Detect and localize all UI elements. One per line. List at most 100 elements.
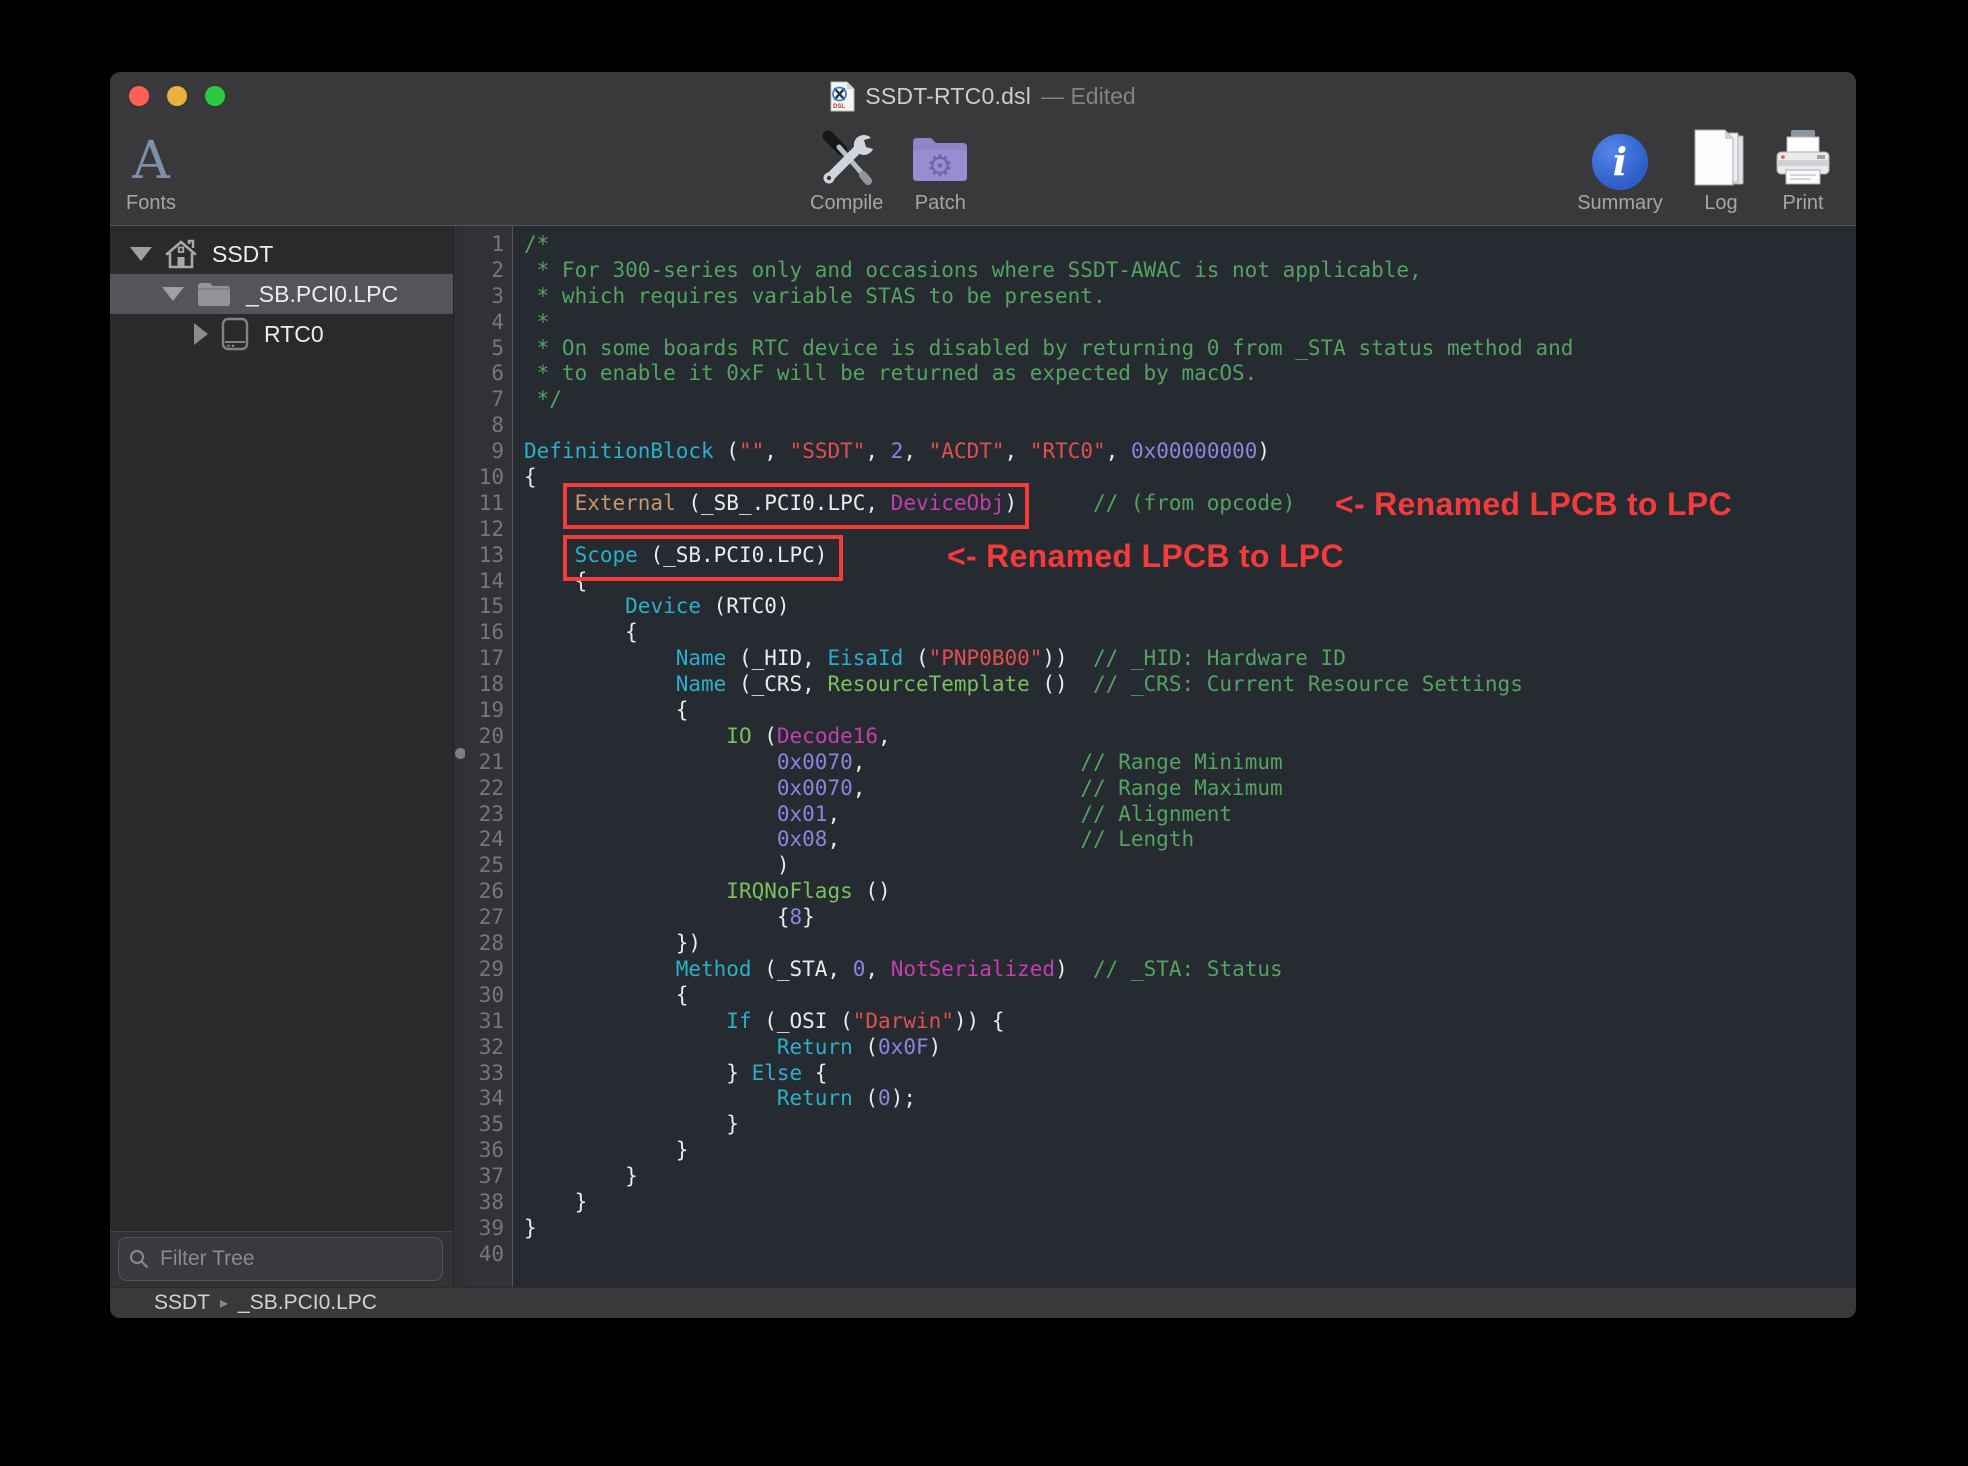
compile-icon: [815, 124, 879, 190]
code-line: 38 }: [465, 1190, 1856, 1216]
summary-button[interactable]: i Summary: [1568, 124, 1672, 215]
disclosure-triangle[interactable]: [194, 323, 208, 345]
fonts-button[interactable]: A Fonts: [126, 124, 176, 215]
code-text[interactable]: [513, 413, 524, 439]
code-text[interactable]: {: [513, 620, 638, 646]
patch-button[interactable]: ⚙ Patch: [909, 124, 971, 215]
code-text[interactable]: [513, 1242, 524, 1268]
code-text[interactable]: } Else {: [513, 1061, 827, 1087]
code-text[interactable]: {: [513, 698, 688, 724]
filter-tree-field[interactable]: [118, 1237, 443, 1281]
code-text[interactable]: {: [513, 983, 688, 1009]
line-number: 4: [465, 310, 513, 336]
code-line: 28 }): [465, 931, 1856, 957]
code-line: 23 0x01, // Alignment: [465, 802, 1856, 828]
code-line: 16 {: [465, 620, 1856, 646]
code-text[interactable]: }: [513, 1190, 587, 1216]
code-text[interactable]: *: [513, 310, 549, 336]
code-line: 9DefinitionBlock ("", "SSDT", 2, "ACDT",…: [465, 439, 1856, 465]
code-editor[interactable]: 1/*2 * For 300-series only and occasions…: [465, 226, 1856, 1288]
code-line: 31 If (_OSI ("Darwin")) {: [465, 1009, 1856, 1035]
ssdt-tree: SSDT _SB.PCI0.LPC RTC0: [110, 226, 453, 354]
code-text[interactable]: Method (_STA, 0, NotSerialized) // _STA:…: [513, 957, 1283, 983]
code-text[interactable]: Name (_CRS, ResourceTemplate () // _CRS:…: [513, 672, 1523, 698]
code-text[interactable]: 0x0070, // Range Minimum: [513, 750, 1283, 776]
line-number: 3: [465, 284, 513, 310]
line-number: 28: [465, 931, 513, 957]
code-line: 17 Name (_HID, EisaId ("PNP0B00")) // _H…: [465, 646, 1856, 672]
tree-item-rtc0[interactable]: RTC0: [110, 314, 453, 354]
annotation-text-external: <- Renamed LPCB to LPC: [1335, 486, 1732, 523]
code-text[interactable]: * For 300-series only and occasions wher…: [513, 258, 1422, 284]
disclosure-triangle[interactable]: [162, 287, 184, 301]
code-line: 27 {8}: [465, 905, 1856, 931]
code-text[interactable]: }): [513, 931, 701, 957]
code-line: 5 * On some boards RTC device is disable…: [465, 336, 1856, 362]
line-number: 32: [465, 1035, 513, 1061]
code-line: 22 0x0070, // Range Maximum: [465, 776, 1856, 802]
code-text[interactable]: }: [513, 1112, 739, 1138]
line-number: 10: [465, 465, 513, 491]
code-text[interactable]: * which requires variable STAS to be pre…: [513, 284, 1106, 310]
line-number: 15: [465, 594, 513, 620]
code-text[interactable]: Name (_HID, EisaId ("PNP0B00")) // _HID:…: [513, 646, 1346, 672]
code-text[interactable]: [513, 517, 524, 543]
code-line: 39}: [465, 1216, 1856, 1242]
code-text[interactable]: {8}: [513, 905, 815, 931]
line-number: 1: [465, 232, 513, 258]
tree-item-label: RTC0: [264, 321, 324, 348]
code-line: 30 {: [465, 983, 1856, 1009]
code-text[interactable]: 0x08, // Length: [513, 827, 1194, 853]
device-icon: [220, 317, 250, 351]
code-text[interactable]: Return (0);: [513, 1086, 916, 1112]
compile-button[interactable]: Compile: [810, 124, 883, 215]
window-title-text: SSDT-RTC0.dsl: [865, 83, 1031, 110]
code-text[interactable]: }: [513, 1164, 638, 1190]
tree-item-ssdt[interactable]: SSDT: [110, 234, 453, 274]
document-icon[interactable]: DSL: [830, 81, 855, 112]
annotation-box-scope: [563, 535, 843, 581]
code-text[interactable]: IRQNoFlags (): [513, 879, 891, 905]
code-text[interactable]: * to enable it 0xF will be returned as e…: [513, 361, 1257, 387]
disclosure-triangle[interactable]: [130, 247, 152, 261]
code-text[interactable]: 0x01, // Alignment: [513, 802, 1232, 828]
code-line: 32 Return (0x0F): [465, 1035, 1856, 1061]
code-text[interactable]: ): [513, 853, 790, 879]
patch-button-label: Patch: [915, 192, 966, 215]
line-number: 6: [465, 361, 513, 387]
code-line: 6 * to enable it 0xF will be returned as…: [465, 361, 1856, 387]
tree-item--sb-pci0-lpc[interactable]: _SB.PCI0.LPC: [110, 274, 453, 314]
compile-button-label: Compile: [810, 192, 883, 215]
fonts-icon: A: [132, 132, 170, 190]
code-line: 21 0x0070, // Range Minimum: [465, 750, 1856, 776]
log-button[interactable]: Log: [1688, 124, 1754, 215]
breadcrumb-item[interactable]: _SB.PCI0.LPC: [238, 1291, 377, 1315]
code-text[interactable]: DefinitionBlock ("", "SSDT", 2, "ACDT", …: [513, 439, 1270, 465]
line-number: 19: [465, 698, 513, 724]
tree-item-label: SSDT: [212, 241, 273, 268]
print-button[interactable]: Print: [1770, 124, 1836, 215]
code-text[interactable]: 0x0070, // Range Maximum: [513, 776, 1283, 802]
code-text[interactable]: Return (0x0F): [513, 1035, 941, 1061]
code-text[interactable]: /*: [513, 232, 549, 258]
code-text[interactable]: {: [513, 465, 537, 491]
print-icon: [1773, 124, 1833, 190]
code-text[interactable]: }: [513, 1216, 537, 1242]
code-text[interactable]: }: [513, 1138, 688, 1164]
code-text[interactable]: * On some boards RTC device is disabled …: [513, 336, 1573, 362]
toolbar: A Fonts: [110, 120, 1856, 225]
search-icon: [129, 1249, 149, 1269]
filter-tree-input[interactable]: [158, 1246, 432, 1272]
code-line: 20 IO (Decode16,: [465, 724, 1856, 750]
line-number: 38: [465, 1190, 513, 1216]
code-text[interactable]: IO (Decode16,: [513, 724, 891, 750]
breadcrumb-item[interactable]: SSDT: [154, 1291, 210, 1315]
code-text[interactable]: */: [513, 387, 562, 413]
code-text[interactable]: If (_OSI ("Darwin")) {: [513, 1009, 1004, 1035]
code-text[interactable]: Device (RTC0): [513, 594, 790, 620]
title-bar[interactable]: DSL SSDT-RTC0.dsl — Edited: [110, 72, 1856, 120]
line-number: 27: [465, 905, 513, 931]
line-number: 21: [465, 750, 513, 776]
patch-icon: ⚙: [909, 124, 971, 190]
splitter-handle-dot[interactable]: [455, 748, 466, 759]
